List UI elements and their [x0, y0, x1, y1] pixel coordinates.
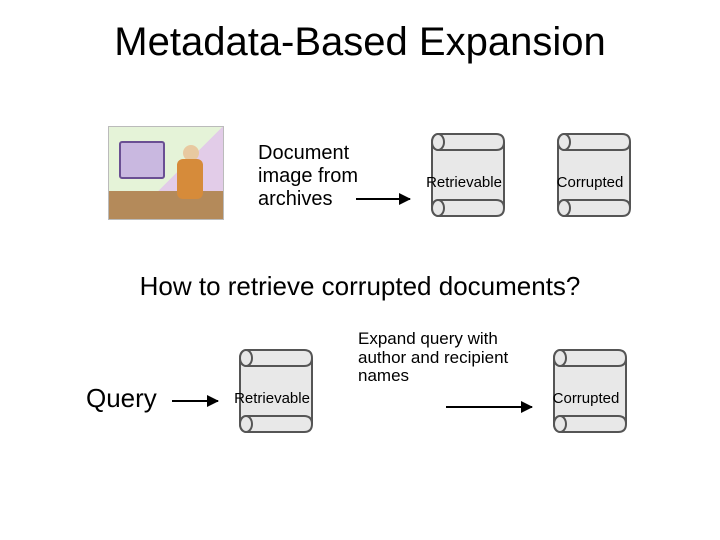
- expand-label: Expand query with author and recipient n…: [358, 330, 528, 386]
- scroll-label: Corrupted: [538, 390, 634, 407]
- monitor-shape: [119, 141, 165, 179]
- scroll-corrupted-top: Corrupted: [542, 132, 638, 218]
- desk-shape: [109, 191, 223, 219]
- scroll-label: Retrievable: [224, 390, 320, 407]
- scroll-label: Retrievable: [416, 174, 512, 191]
- scroll-corrupted-bottom: Corrupted: [538, 348, 634, 434]
- query-label: Query: [86, 384, 157, 414]
- scroll-label: Corrupted: [542, 174, 638, 191]
- archives-illustration: [108, 126, 224, 220]
- slide-title: Metadata-Based Expansion: [0, 20, 720, 65]
- question-text: How to retrieve corrupted documents?: [0, 272, 720, 302]
- arrow-archives-to-retrievable: [356, 198, 410, 200]
- scroll-retrievable-bottom: Retrievable: [224, 348, 320, 434]
- scroll-retrievable-top: Retrievable: [416, 132, 512, 218]
- arrow-query-to-retrievable: [172, 400, 218, 402]
- arrow-expand-to-corrupted: [446, 406, 532, 408]
- archives-label: Document image from archives: [258, 142, 388, 211]
- person-shape: [175, 145, 205, 199]
